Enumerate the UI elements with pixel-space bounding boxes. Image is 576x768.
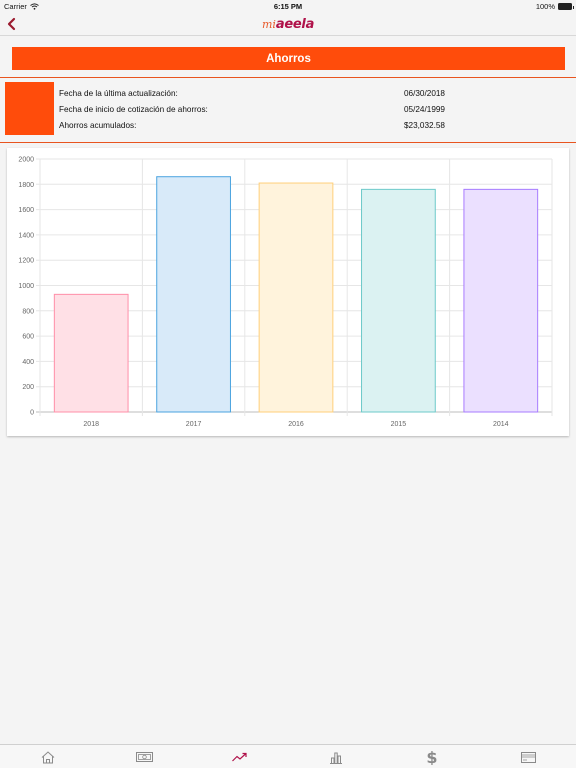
info-label: Fecha de la última actualización: bbox=[59, 89, 178, 98]
info-label: Fecha de inicio de cotización de ahorros… bbox=[59, 105, 208, 114]
tab-home[interactable] bbox=[39, 749, 57, 765]
logo-prefix: mi bbox=[261, 18, 276, 31]
page-title-button[interactable]: Ahorros bbox=[12, 47, 565, 70]
bar-2016 bbox=[258, 182, 334, 413]
tab-dollar[interactable]: $ bbox=[423, 749, 441, 765]
info-value: 05/24/1999 bbox=[404, 105, 445, 114]
clock: 6:15 PM bbox=[273, 2, 303, 11]
tab-money[interactable] bbox=[135, 749, 153, 765]
y-tick-label: 1600 bbox=[18, 207, 34, 214]
y-tick-label: 2000 bbox=[18, 157, 34, 164]
x-tick-label: 2016 bbox=[288, 421, 304, 428]
bar-2014 bbox=[463, 188, 539, 413]
svg-text:$: $ bbox=[426, 749, 437, 765]
battery-percent: 100% bbox=[535, 2, 555, 11]
x-tick-label: 2015 bbox=[391, 421, 407, 428]
y-tick-label: 800 bbox=[22, 308, 34, 315]
bar-2018 bbox=[53, 293, 129, 413]
info-color-block bbox=[5, 82, 54, 135]
y-tick-label: 1200 bbox=[18, 258, 34, 265]
y-tick-label: 1800 bbox=[18, 182, 34, 189]
x-tick-label: 2018 bbox=[83, 421, 99, 428]
battery-icon bbox=[558, 3, 574, 10]
bar-2017 bbox=[156, 176, 231, 413]
y-tick-label: 1000 bbox=[18, 283, 34, 290]
savings-chart-card: 0 200 400 600 800 1000 1200 1400 1600 1800 2000 201… bbox=[7, 148, 569, 436]
y-tick-label: 0 bbox=[30, 410, 34, 417]
savings-bar-chart: 0 200 400 600 800 1000 1200 1400 1600 1800 2000 201… bbox=[18, 157, 553, 428]
x-tick-label: 2017 bbox=[186, 421, 202, 428]
navigation-bar: miaeela bbox=[0, 12, 576, 36]
info-value: $23,032.58 bbox=[404, 121, 445, 130]
y-tick-label: 200 bbox=[22, 384, 34, 391]
trend-up-icon bbox=[232, 752, 247, 762]
y-tick-label: 600 bbox=[22, 334, 34, 341]
x-tick-label: 2014 bbox=[493, 421, 509, 428]
bar-chart-icon bbox=[330, 752, 342, 764]
app-logo: miaeela bbox=[0, 16, 576, 32]
money-icon bbox=[135, 752, 153, 762]
info-value: 06/30/2018 bbox=[404, 89, 445, 98]
tab-bar: $ bbox=[0, 744, 576, 768]
tab-savings[interactable] bbox=[231, 749, 249, 765]
tab-card[interactable] bbox=[519, 749, 537, 765]
tab-stats[interactable] bbox=[327, 749, 345, 765]
battery-status: 100% bbox=[535, 2, 574, 11]
status-bar: Carrier 6:15 PM 100% bbox=[0, 0, 576, 12]
dollar-icon: $ bbox=[426, 749, 437, 765]
card-icon bbox=[520, 751, 536, 763]
info-label: Ahorros acumulados: bbox=[59, 121, 137, 130]
bar-2015 bbox=[361, 188, 436, 413]
savings-info-panel: Fecha de la última actualización: 06/30/… bbox=[0, 77, 576, 143]
y-tick-label: 400 bbox=[22, 359, 34, 366]
home-icon bbox=[41, 750, 55, 763]
y-tick-label: 1400 bbox=[18, 232, 34, 239]
logo-brand: aeela bbox=[275, 17, 315, 32]
